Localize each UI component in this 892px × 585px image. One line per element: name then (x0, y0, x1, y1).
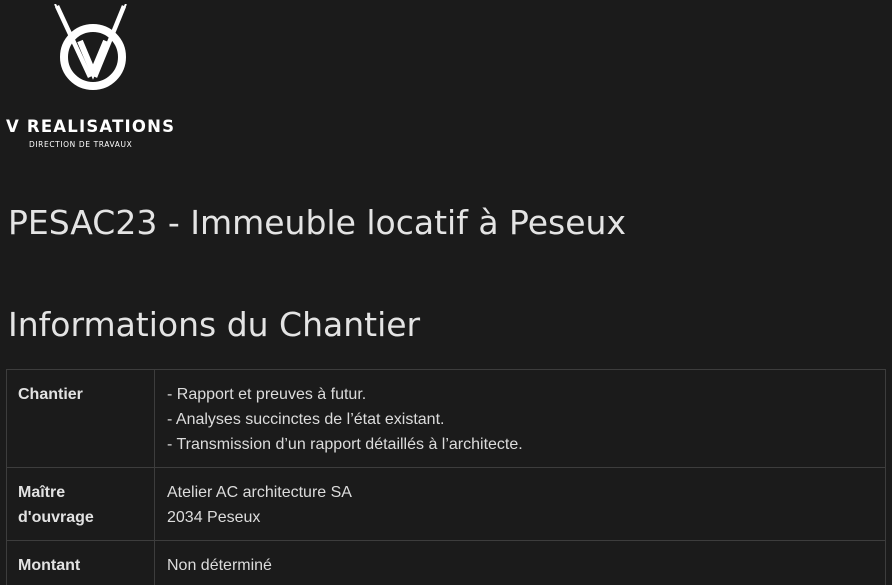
table-row: Chantier - Rapport et preuves à futur. -… (6, 369, 886, 468)
list-item: - Analyses succinctes de l’état existant… (167, 411, 445, 428)
row-label: Montant (6, 540, 155, 585)
table-row: Montant Non déterminé (6, 540, 886, 585)
row-label: Chantier (6, 369, 155, 468)
list-item: Atelier AC architecture SA (167, 484, 352, 501)
row-value: Non déterminé (154, 540, 886, 585)
brand-tagline: DIRECTION DE TRAVAUX (29, 140, 133, 149)
list-item: Non déterminé (167, 557, 272, 574)
table-row: Maître d'ouvrage Atelier AC architecture… (6, 467, 886, 541)
list-item: - Transmission d’un rapport détaillés à … (167, 436, 523, 453)
row-value: Atelier AC architecture SA 2034 Peseux (154, 467, 886, 541)
compass-v-logo-icon (54, 4, 127, 90)
list-item: 2034 Peseux (167, 509, 261, 526)
row-label: Maître d'ouvrage (6, 467, 155, 541)
row-value: - Rapport et preuves à futur. - Analyses… (154, 369, 886, 468)
brand-name: V REALISATIONS (6, 117, 176, 136)
site-info-table: Chantier - Rapport et preuves à futur. -… (6, 369, 886, 585)
page-title: PESAC23 - Immeuble locatif à Peseux (8, 203, 626, 242)
brand-logo[interactable]: V REALISATIONS DIRECTION DE TRAVAUX (0, 0, 190, 160)
list-item: - Rapport et preuves à futur. (167, 386, 367, 403)
section-heading: Informations du Chantier (8, 305, 421, 344)
